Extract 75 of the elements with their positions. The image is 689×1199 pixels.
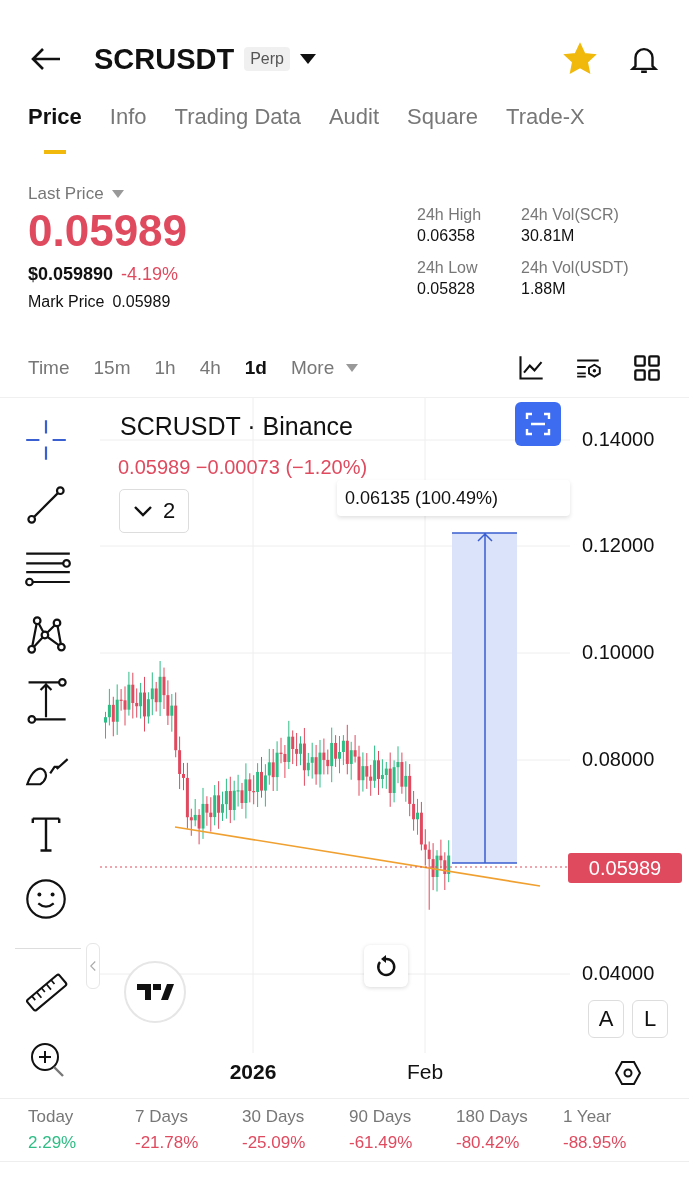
caret-icon[interactable] <box>299 54 316 64</box>
last-price-label[interactable]: Last Price <box>28 184 104 204</box>
chart-icon[interactable] <box>517 354 545 382</box>
period-label: 30 Days <box>242 1107 306 1127</box>
stat-value: 0.06358 <box>417 227 476 245</box>
reset-button[interactable] <box>364 945 408 987</box>
stat-label: 24h Low <box>417 259 479 277</box>
crosshair-icon[interactable] <box>24 418 68 462</box>
period-label: Today <box>28 1107 75 1127</box>
chart-symbol-title: SCRUSDT · Binance <box>120 412 353 441</box>
tab[interactable]: Price <box>28 104 82 154</box>
time-axis-label: 2026 <box>228 1060 278 1084</box>
scale-button[interactable]: A <box>588 1000 624 1038</box>
price-axis-label: 0.14000 <box>582 428 655 451</box>
trend-line[interactable] <box>174 826 541 887</box>
interval-tab[interactable]: 1h <box>154 357 176 379</box>
mark-price-label: Mark Price <box>28 293 105 311</box>
symbol-title: SCRUSDT <box>94 42 235 76</box>
period-label: 1 Year <box>563 1107 613 1127</box>
caret-icon <box>346 364 359 372</box>
price-range-measure[interactable] <box>451 532 518 864</box>
indicators-toggle[interactable]: 2 <box>119 489 189 533</box>
fullscreen-button[interactable] <box>515 402 561 446</box>
stat-value: 30.81M <box>521 227 576 245</box>
period-change: 2.29% <box>28 1133 78 1153</box>
settings-icon[interactable] <box>614 1059 642 1087</box>
measure-label: 0.06135 (100.49%) <box>337 480 570 516</box>
more-dropdown[interactable]: More <box>290 357 359 379</box>
usd-price: $0.059890 <box>28 264 114 285</box>
period-change: -61.49% <box>349 1133 414 1153</box>
price-axis-label: 0.04000 <box>582 962 655 985</box>
scale-button[interactable]: L <box>632 1000 668 1038</box>
fullscreen-icon <box>524 410 552 438</box>
last-price: 0.05989 <box>28 206 188 256</box>
interval-tab[interactable]: 15m <box>93 357 131 379</box>
period-change: -80.42% <box>456 1133 521 1153</box>
logo-icon[interactable] <box>123 960 187 1024</box>
tab[interactable]: Trading Data <box>174 104 301 154</box>
price-axis-label: 0.10000 <box>582 641 655 664</box>
period-label: 7 Days <box>135 1107 189 1127</box>
stat-label: 24h High <box>417 206 483 224</box>
tab[interactable]: Info <box>109 104 147 154</box>
period-label: 180 Days <box>456 1107 529 1127</box>
price-axis-label: 0.12000 <box>582 534 655 557</box>
price-change: -4.19% <box>121 264 179 285</box>
chevron-icon <box>132 505 153 517</box>
stat-label: 24h Vol(USDT) <box>521 259 630 277</box>
stat-value: 1.88M <box>521 280 567 298</box>
measure-tool-icon[interactable] <box>24 678 68 726</box>
period-change: -21.78% <box>135 1133 200 1153</box>
period-label: 90 Days <box>349 1107 413 1127</box>
star-icon[interactable] <box>563 42 597 76</box>
tab[interactable]: Trade-X <box>506 104 585 154</box>
stat-value: 0.05828 <box>417 280 476 298</box>
collapse-handle[interactable] <box>86 943 100 989</box>
period-change: -88.95% <box>563 1133 628 1153</box>
pattern-icon[interactable] <box>24 613 68 657</box>
chart-price-values: 0.05989 −0.00073 (−1.20%) <box>118 456 368 479</box>
tab[interactable]: Audit <box>328 104 380 154</box>
interval-tab[interactable]: 1d <box>244 357 267 379</box>
smiley-icon[interactable] <box>24 877 68 921</box>
period-change: -25.09% <box>242 1133 307 1153</box>
stat-label: 24h Vol(SCR) <box>521 206 620 224</box>
grid-icon[interactable] <box>633 354 661 382</box>
price-axis-label: 0.08000 <box>582 748 655 771</box>
time-axis-label: Feb <box>405 1060 445 1084</box>
mark-price: 0.05989 <box>112 293 171 311</box>
back-icon[interactable] <box>30 47 62 71</box>
reset-icon <box>374 954 398 978</box>
current-price-label: 0.05989 <box>568 853 682 883</box>
trend-line-tool-icon[interactable] <box>24 483 68 527</box>
tab[interactable]: Square <box>407 104 478 154</box>
interval-tab[interactable]: Time <box>28 357 70 379</box>
interval-tab[interactable]: 4h <box>199 357 221 379</box>
perp-badge: Perp <box>244 47 290 71</box>
